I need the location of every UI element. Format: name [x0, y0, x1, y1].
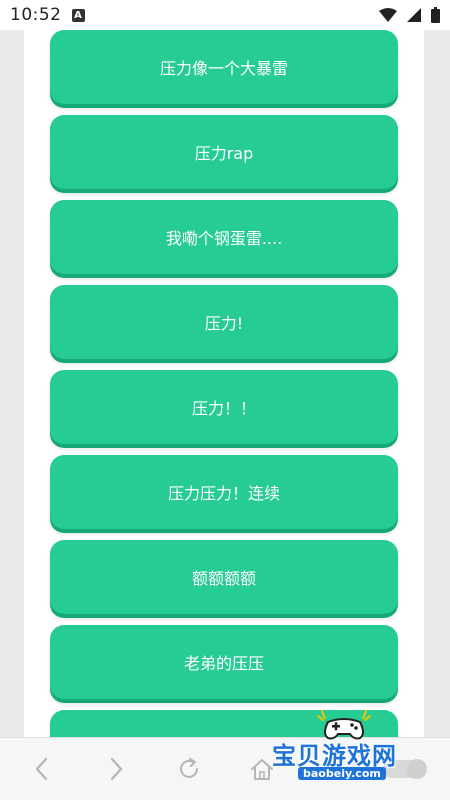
sound-button-4[interactable]: 压力! [50, 285, 398, 359]
watermark-url: baobeiy.com [298, 767, 386, 780]
refresh-icon[interactable] [176, 756, 202, 782]
sound-button-7[interactable]: 额额额额 [50, 540, 398, 614]
status-right [379, 7, 440, 23]
forward-icon[interactable] [106, 756, 126, 782]
status-left: 10:52 A [10, 5, 85, 25]
watermark-logo: 宝贝游戏网 baobeiy.com [268, 708, 428, 783]
sound-button-6[interactable]: 压力压力！连续 [50, 455, 398, 529]
button-list-panel[interactable]: 压力像一个大暴雷 压力rap 我嘞个钢蛋雷.... 压力! 压力！！ 压力压力！… [24, 30, 424, 737]
sound-button-2[interactable]: 压力rap [50, 115, 398, 189]
sound-button-1[interactable]: 压力像一个大暴雷 [50, 30, 398, 104]
sound-button-5[interactable]: 压力！！ [50, 370, 398, 444]
signal-icon [407, 8, 421, 22]
back-icon[interactable] [32, 756, 52, 782]
wifi-icon [379, 8, 397, 22]
content-area: 压力像一个大暴雷 压力rap 我嘞个钢蛋雷.... 压力! 压力！！ 压力压力！… [0, 30, 450, 737]
status-bar: 10:52 A [0, 0, 450, 30]
sound-button-3[interactable]: 我嘞个钢蛋雷.... [50, 200, 398, 274]
notification-a-icon: A [71, 8, 85, 22]
battery-icon [431, 7, 440, 23]
sound-button-8[interactable]: 老弟的压压 [50, 625, 398, 699]
clock: 10:52 [10, 5, 62, 25]
watermark-text: 宝贝游戏网 [272, 742, 397, 770]
